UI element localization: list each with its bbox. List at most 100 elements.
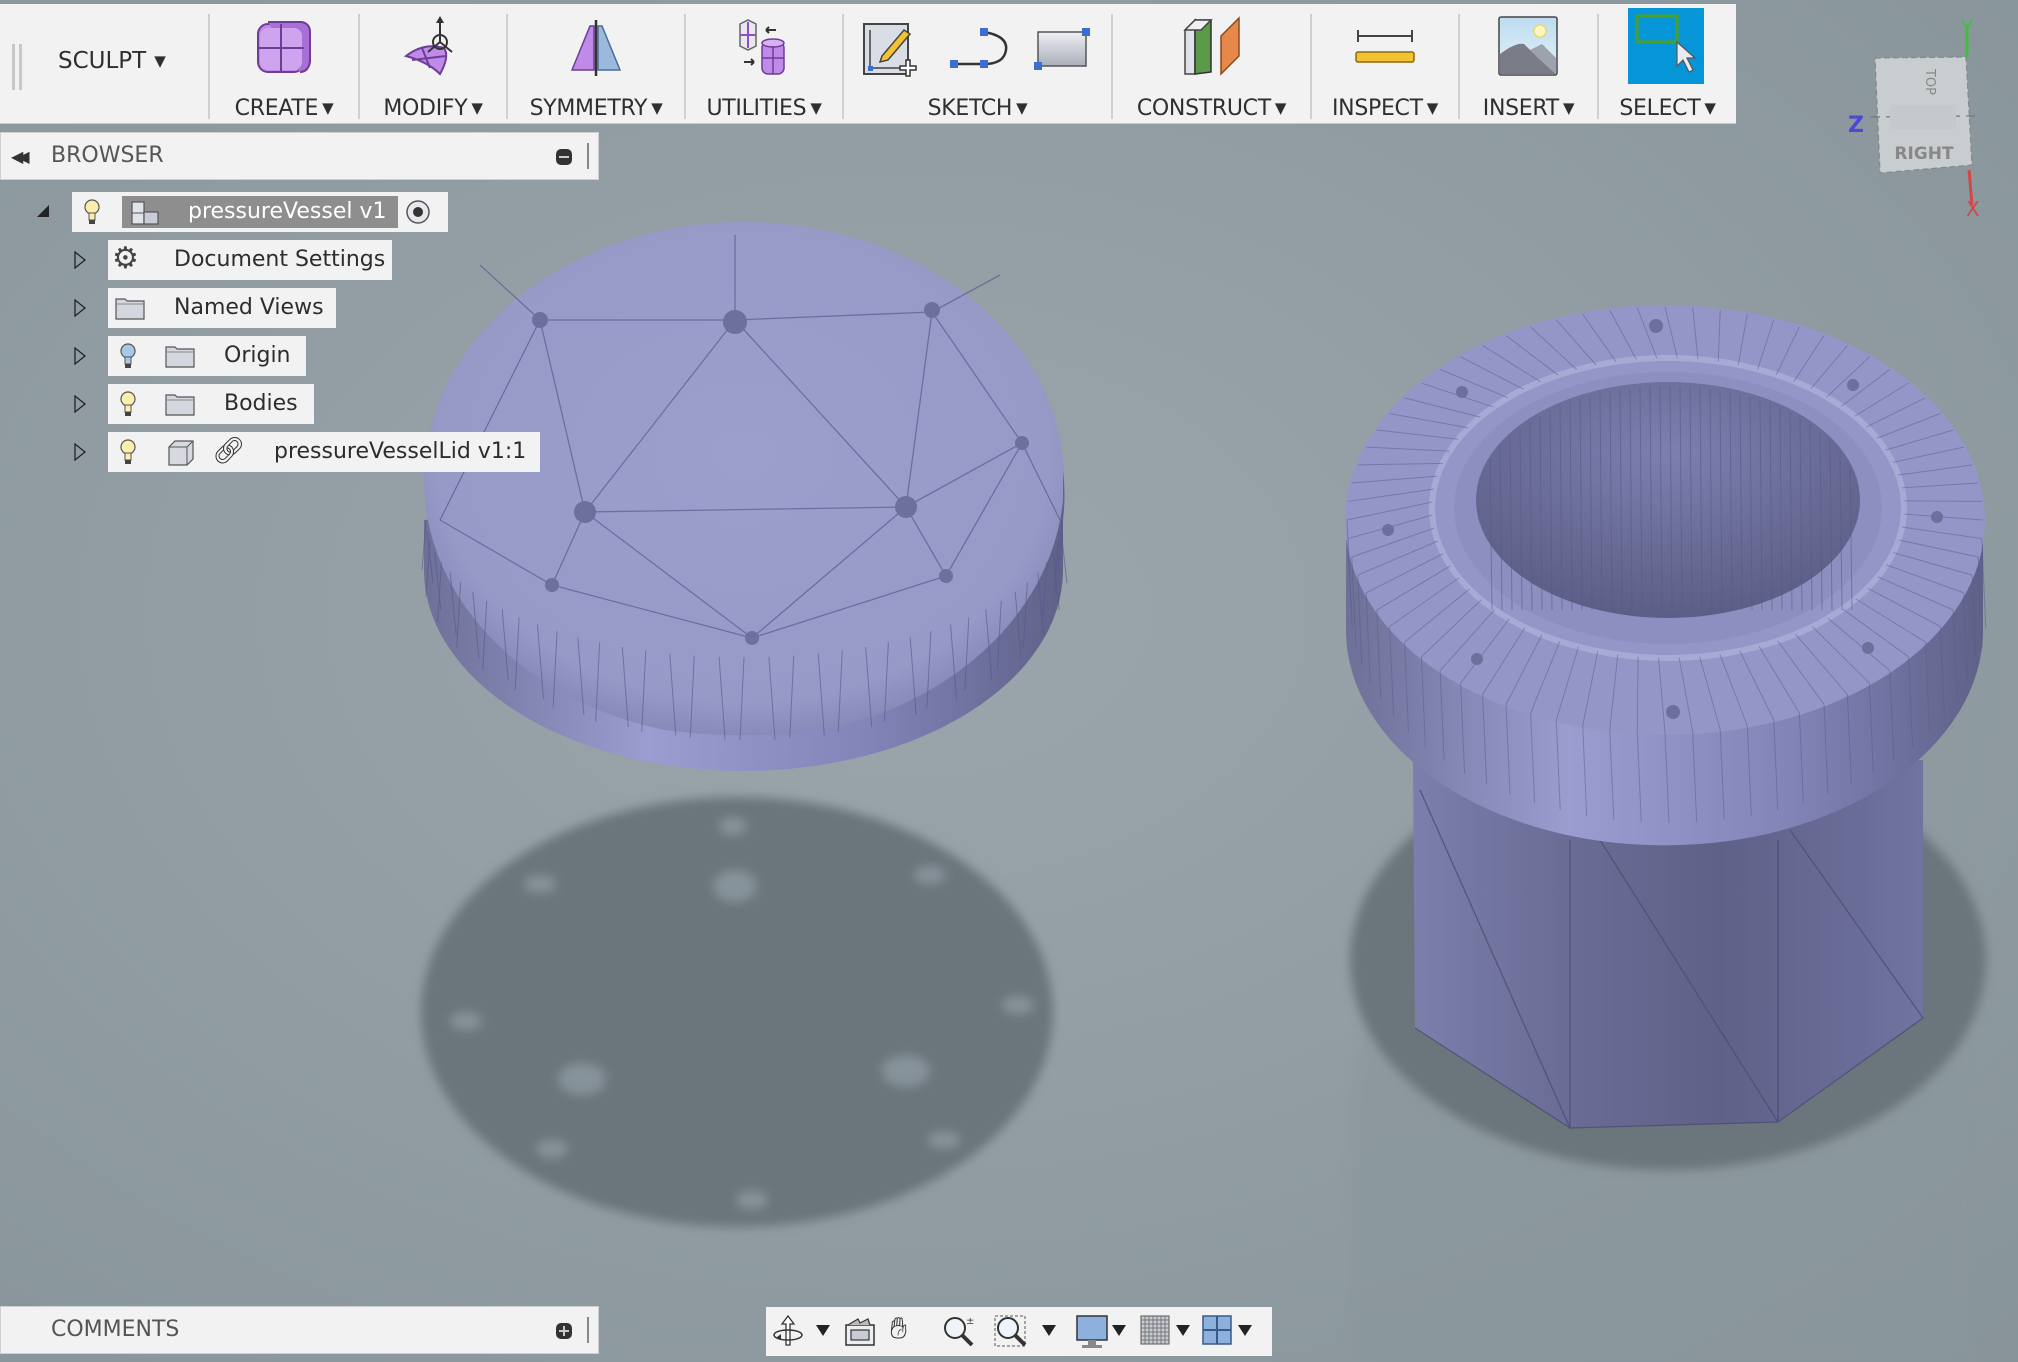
toolbar-grip[interactable]: [12, 44, 22, 90]
folder-icon: [165, 394, 195, 416]
browser-panel-header[interactable]: ◀◀ BROWSER: [0, 132, 599, 180]
vessel-model[interactable]: [1345, 305, 1987, 1129]
tree-item-label: Origin: [224, 343, 291, 368]
tree-item-label: pressureVessel v1: [188, 199, 387, 224]
panel-resize-handle[interactable]: [587, 143, 592, 169]
construct-menu-label: CONSTRUCT: [1136, 96, 1271, 121]
measure-icon: [1355, 30, 1415, 63]
chevron-down-icon: ▼: [1274, 99, 1287, 117]
mesh-edge: [1903, 500, 1982, 502]
chevron-down-icon: ▼: [154, 52, 166, 70]
collapse-panel-icon[interactable]: ◀◀: [11, 147, 29, 166]
zoom-icon[interactable]: ±: [942, 1315, 976, 1349]
lightbulb-off-icon[interactable]: [120, 343, 136, 369]
symmetry-menu[interactable]: SYMMETRY ▼: [508, 4, 684, 123]
orbit-dropdown-icon[interactable]: [816, 1325, 830, 1336]
folder-icon: [115, 298, 145, 320]
component-icon: [131, 201, 159, 225]
chevron-down-icon: ▼: [471, 99, 483, 117]
tree-item-label: Document Settings: [174, 247, 386, 272]
chevron-down-icon: ▼: [1562, 99, 1575, 117]
panel-resize-handle[interactable]: [587, 1317, 592, 1343]
symmetry-menu-label: SYMMETRY: [529, 96, 648, 121]
display-dropdown-icon[interactable]: [1112, 1325, 1126, 1336]
modify-menu[interactable]: MODIFY ▼: [360, 4, 506, 123]
workspace-switcher[interactable]: SCULPT ▼: [58, 48, 166, 74]
chevron-down-icon: ▼: [322, 99, 334, 117]
expand-triangle-icon[interactable]: [74, 299, 86, 317]
comments-panel-header[interactable]: COMMENTS: [0, 1306, 599, 1354]
main-toolbar: SCULPT ▼ CREATE ▼ MODIFY ▼ SYMMETRY ▼ UT…: [0, 4, 1736, 124]
grid-icon[interactable]: [1140, 1315, 1170, 1345]
viewcube[interactable]: TOP RIGHT Y Z X: [1848, 16, 1980, 221]
tree-item-linked-component[interactable]: 🔗︎ pressureVesselLid v1:1: [108, 432, 540, 472]
construct-plane-icon: [1183, 16, 1240, 76]
navigation-bar: ✋︎ ±: [766, 1307, 1272, 1356]
tree-item-bodies[interactable]: Bodies: [108, 384, 314, 424]
tree-item-named-views[interactable]: Named Views: [108, 288, 336, 328]
look-at-icon[interactable]: [844, 1315, 876, 1347]
tree-item-document-settings[interactable]: ⚙ Document Settings: [108, 240, 392, 280]
sketch-menu[interactable]: SKETCH ▼: [844, 4, 1111, 123]
lightbulb-icon[interactable]: [120, 391, 136, 417]
activate-radio-icon[interactable]: [405, 199, 431, 225]
utilities-menu[interactable]: UTILITIES ▼: [686, 4, 842, 123]
select-menu[interactable]: SELECT ▼: [1599, 4, 1736, 123]
expanded-triangle-icon[interactable]: [36, 204, 50, 218]
viewports-icon[interactable]: [1202, 1315, 1232, 1345]
zoom-dropdown-icon[interactable]: [1042, 1325, 1056, 1336]
utilities-convert-icon: [739, 19, 785, 75]
svg-text:±: ±: [966, 1316, 974, 1327]
tree-item-label: Bodies: [224, 391, 298, 416]
select-window-icon: [1628, 8, 1704, 84]
viewports-dropdown-icon[interactable]: [1238, 1325, 1252, 1336]
lid-shadow: [421, 797, 1053, 1227]
folder-icon: [165, 346, 195, 368]
display-settings-icon[interactable]: [1076, 1315, 1108, 1349]
axis-y-label: Y: [1960, 16, 1974, 40]
create-sketch-icon[interactable]: [862, 22, 920, 80]
rectangle-icon[interactable]: [1034, 26, 1092, 70]
pan-icon[interactable]: ✋︎: [890, 1311, 907, 1346]
viewcube-top-label: TOP: [1922, 68, 1937, 95]
create-menu[interactable]: CREATE ▼: [210, 4, 358, 123]
select-menu-label: SELECT: [1619, 96, 1701, 121]
insert-menu-label: INSERT: [1482, 96, 1559, 121]
expand-triangle-icon[interactable]: [74, 443, 86, 461]
construct-menu[interactable]: CONSTRUCT ▼: [1113, 4, 1310, 123]
tree-item-origin[interactable]: Origin: [108, 336, 306, 376]
expand-triangle-icon[interactable]: [74, 395, 86, 413]
zoom-window-icon[interactable]: [994, 1315, 1028, 1349]
insert-menu[interactable]: INSERT ▼: [1460, 4, 1597, 123]
grid-dropdown-icon[interactable]: [1176, 1325, 1190, 1336]
gear-icon: ⚙: [112, 241, 139, 276]
expand-triangle-icon[interactable]: [74, 251, 86, 269]
arc-icon[interactable]: [950, 28, 1012, 72]
chevron-down-icon: ▼: [810, 99, 822, 117]
viewcube-front-label: RIGHT: [1894, 144, 1954, 164]
insert-image-icon: [1498, 16, 1558, 76]
create-box-icon: [257, 21, 311, 73]
browser-title: BROWSER: [51, 143, 164, 168]
inspect-menu[interactable]: INSPECT ▼: [1312, 4, 1458, 123]
lightbulb-icon[interactable]: [120, 439, 136, 465]
comments-title: COMMENTS: [51, 1317, 180, 1342]
symmetry-icon: [570, 20, 622, 76]
chevron-down-icon: ▼: [1426, 99, 1439, 117]
tree-item-label: Named Views: [174, 295, 324, 320]
lightbulb-icon[interactable]: [84, 199, 100, 225]
expand-triangle-icon[interactable]: [74, 347, 86, 365]
utilities-menu-label: UTILITIES: [706, 96, 807, 121]
minimize-panel-icon[interactable]: [556, 149, 572, 165]
add-comment-icon[interactable]: [556, 1323, 572, 1339]
axis-z-label: Z: [1848, 113, 1864, 138]
tree-item-root-component[interactable]: pressureVessel v1: [72, 192, 448, 232]
sketch-menu-label: SKETCH: [927, 96, 1013, 121]
create-menu-label: CREATE: [234, 96, 319, 121]
orbit-icon[interactable]: [772, 1315, 804, 1347]
workspace-label: SCULPT: [58, 48, 147, 74]
lid-model[interactable]: [421, 222, 1068, 771]
inspect-menu-label: INSPECT: [1331, 96, 1423, 121]
chevron-down-icon: ▼: [1016, 99, 1028, 117]
modify-surface-icon: [403, 16, 453, 76]
